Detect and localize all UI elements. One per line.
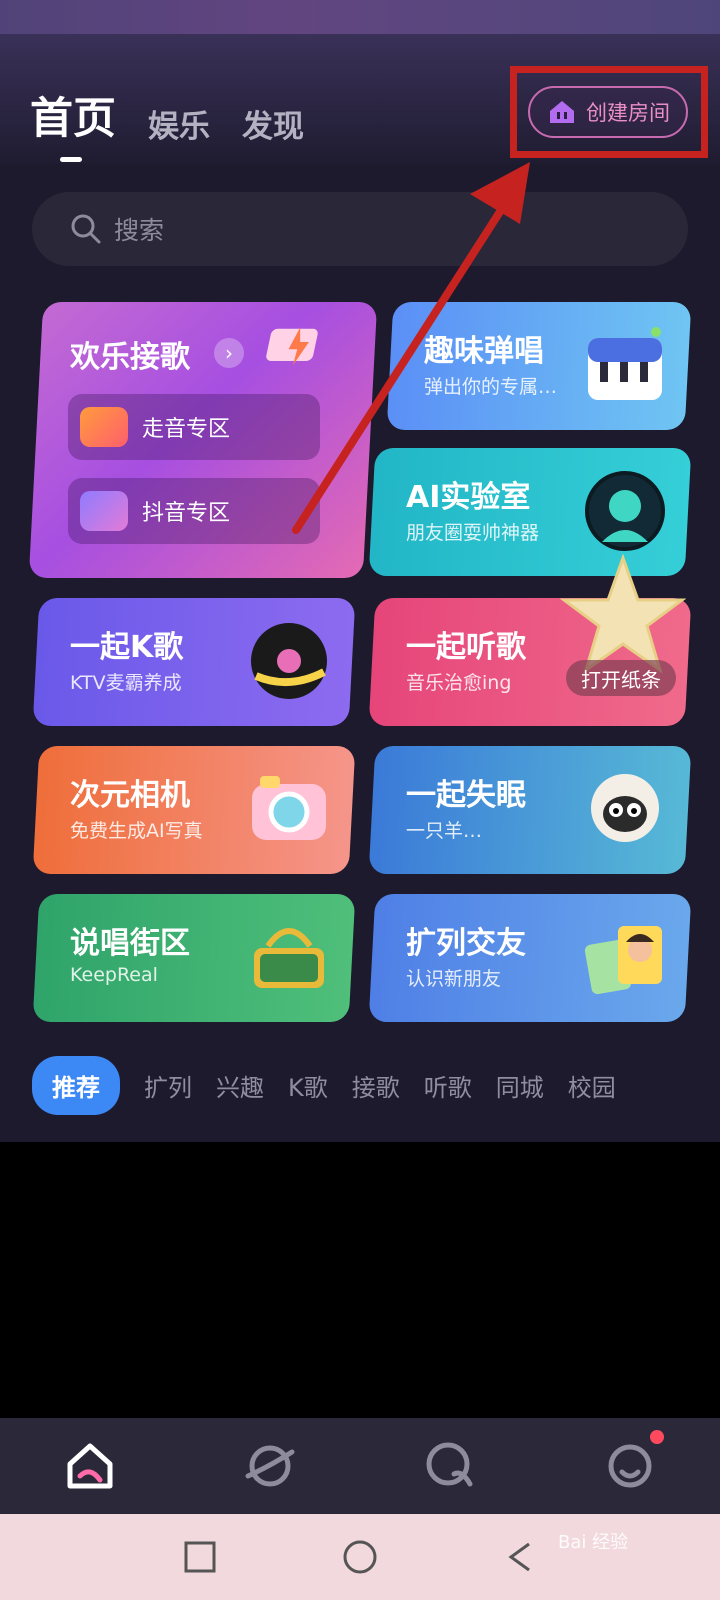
category-tab-local[interactable]: 同城 bbox=[496, 1068, 544, 1103]
card-subtitle: KeepReal bbox=[70, 964, 158, 986]
card-title: 扩列交友 bbox=[406, 926, 526, 961]
zone-douyin[interactable]: 抖音专区 bbox=[68, 478, 320, 544]
notification-dot bbox=[650, 1430, 664, 1444]
tab-entertainment[interactable]: 娱乐 bbox=[148, 101, 210, 146]
create-room-button[interactable]: 创建房间 bbox=[528, 86, 688, 138]
category-tab-listen[interactable]: 听歌 bbox=[424, 1068, 472, 1103]
chevron-right-icon[interactable]: › bbox=[214, 338, 244, 368]
category-tabs: 推荐 扩列 兴趣 K歌 接歌 听歌 同城 校园 bbox=[32, 1056, 616, 1115]
card-insomnia[interactable]: 一起失眠 一只羊… bbox=[368, 746, 692, 874]
category-tab-campus[interactable]: 校园 bbox=[568, 1068, 616, 1103]
zone-label: 抖音专区 bbox=[142, 501, 231, 526]
card-subtitle: 一只羊… bbox=[406, 820, 483, 842]
home-icon[interactable] bbox=[64, 1440, 116, 1492]
home-circle-icon[interactable] bbox=[342, 1539, 378, 1575]
chat-icon[interactable] bbox=[424, 1440, 476, 1492]
profile-icon[interactable] bbox=[604, 1430, 664, 1492]
card-make-friends[interactable]: 扩列交友 认识新朋友 bbox=[368, 894, 692, 1022]
card-subtitle: 音乐治愈ing bbox=[406, 672, 512, 694]
friend-cards-icon bbox=[584, 926, 662, 995]
category-tab-recommend[interactable]: 推荐 bbox=[32, 1056, 120, 1115]
card-title: 趣味弹唱 bbox=[424, 334, 544, 369]
card-title: 一起失眠 bbox=[406, 778, 526, 813]
zone-off-key[interactable]: 走音专区 bbox=[68, 394, 320, 460]
card-title: AI实验室 bbox=[406, 480, 531, 515]
card-title: 次元相机 bbox=[70, 778, 190, 813]
card-subtitle: 免费生成AI写真 bbox=[70, 820, 203, 842]
card-title: 欢乐接歌 bbox=[70, 340, 190, 375]
lightning-icon bbox=[266, 327, 318, 366]
open-note-button[interactable]: 打开纸条 bbox=[566, 660, 676, 696]
card-title: 说唱街区 bbox=[70, 926, 190, 961]
tiktok-badge-icon bbox=[80, 491, 128, 531]
card-title: 一起听歌 bbox=[406, 630, 526, 665]
zone-label: 走音专区 bbox=[142, 417, 231, 442]
search-bar[interactable]: 搜索 bbox=[32, 192, 688, 266]
watermark: Bai 经验 bbox=[558, 1532, 629, 1553]
status-bar bbox=[0, 0, 720, 34]
card-subtitle: 弹出你的专属… bbox=[424, 376, 558, 398]
camera-icon bbox=[252, 776, 326, 840]
top-tabs: 首页 娱乐 发现 bbox=[30, 84, 304, 162]
card-anime-camera[interactable]: 次元相机 免费生成AI写真 bbox=[32, 746, 356, 874]
system-nav-bar bbox=[0, 1514, 720, 1600]
category-tab-interest[interactable]: 兴趣 bbox=[216, 1068, 264, 1103]
ai-avatar-icon bbox=[585, 471, 665, 551]
omg-badge-icon bbox=[80, 407, 128, 447]
category-tab-expand[interactable]: 扩列 bbox=[144, 1068, 192, 1103]
card-karaoke[interactable]: 一起K歌 KTV麦霸养成 bbox=[32, 598, 356, 726]
card-happy-relay[interactable]: 欢乐接歌 › 走音专区 抖音专区 bbox=[28, 302, 378, 578]
card-subtitle: KTV麦霸养成 bbox=[70, 672, 182, 694]
category-tab-ksong[interactable]: K歌 bbox=[288, 1068, 328, 1103]
sheep-icon bbox=[591, 774, 659, 842]
search-placeholder: 搜索 bbox=[114, 216, 165, 245]
tab-discover[interactable]: 发现 bbox=[242, 101, 304, 146]
card-subtitle: 朋友圈耍帅神器 bbox=[406, 522, 540, 544]
vinyl-record-icon bbox=[251, 623, 327, 699]
card-rap-street[interactable]: 说唱街区 KeepReal bbox=[32, 894, 356, 1022]
tab-home[interactable]: 首页 bbox=[30, 84, 116, 162]
bottom-nav bbox=[0, 1418, 720, 1514]
card-subtitle: 认识新朋友 bbox=[406, 968, 502, 990]
back-icon[interactable] bbox=[503, 1540, 537, 1574]
card-title: 一起K歌 bbox=[70, 630, 184, 665]
category-tab-relay[interactable]: 接歌 bbox=[352, 1068, 400, 1103]
content-feed bbox=[0, 1142, 720, 1418]
room-icon bbox=[550, 101, 574, 123]
search-icon bbox=[71, 214, 101, 244]
create-room-label: 创建房间 bbox=[586, 101, 670, 125]
card-fun-sing[interactable]: 趣味弹唱 弹出你的专属… bbox=[386, 302, 692, 430]
recent-apps-icon[interactable] bbox=[183, 1540, 217, 1574]
rich-chain-icon bbox=[254, 928, 324, 988]
planet-icon[interactable] bbox=[244, 1440, 296, 1492]
piano-icon bbox=[588, 327, 662, 400]
